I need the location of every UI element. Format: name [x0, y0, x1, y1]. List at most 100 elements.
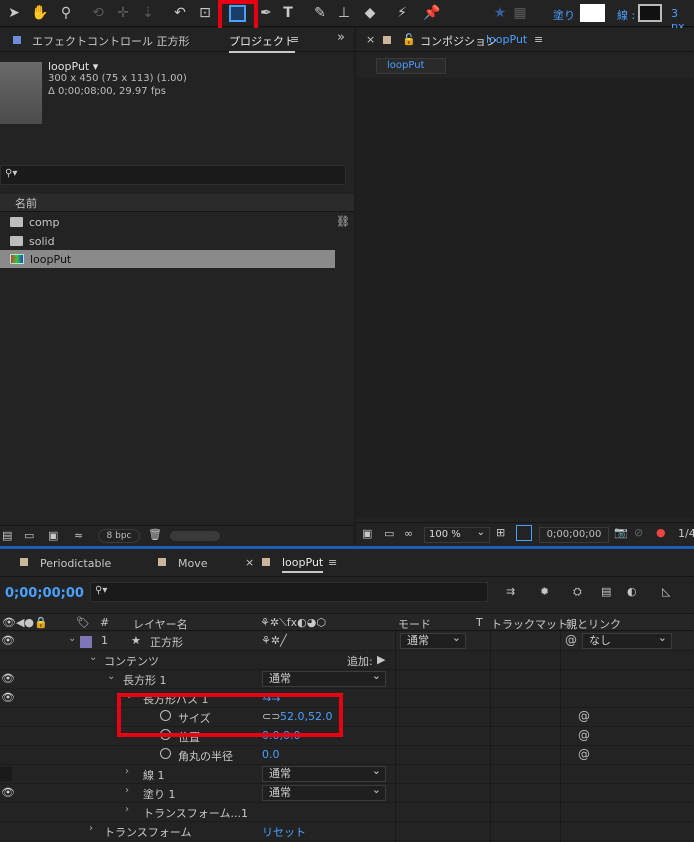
pickwhip-icon[interactable]: @ [565, 633, 577, 647]
roundness-value[interactable]: 0.0 [262, 748, 280, 761]
lock-icon[interactable]: 🔓 [402, 33, 416, 46]
current-time-display[interactable]: 0;00;00;00 [5, 586, 84, 601]
bpc-button[interactable]: 8 bpc [98, 529, 140, 543]
table-row[interactable]: 角丸の半径 0.0 @ [0, 746, 694, 765]
composition-viewer[interactable] [356, 78, 694, 518]
channel-icon[interactable]: ● [656, 526, 666, 539]
col-layer-name[interactable]: レイヤー名 [133, 616, 188, 632]
eye-icon[interactable]: 👁 [1, 672, 15, 685]
horizontal-scrollbar[interactable] [170, 531, 220, 541]
table-row[interactable]: 👁 ⌄ 長方形 1 通常 [0, 669, 694, 689]
pickwhip-icon[interactable]: @ [578, 709, 590, 723]
double-chevron-icon[interactable]: » [337, 30, 345, 45]
label-icon[interactable]: 🏷 [76, 616, 90, 629]
tab-periodictable[interactable]: Periodictable [40, 557, 111, 570]
rect1-blend-select[interactable]: 通常 [262, 669, 386, 687]
table-row[interactable]: › トランスフォーム...1 [0, 803, 694, 822]
draft-3d-icon[interactable]: ✹ [540, 585, 549, 598]
col-name[interactable]: 名前 [15, 195, 37, 211]
close-icon[interactable]: × [366, 33, 375, 46]
resolution-value[interactable]: 1/4 [678, 527, 694, 540]
trash-icon[interactable]: 🗑 [148, 528, 162, 541]
layer-name[interactable]: 正方形 [150, 634, 183, 650]
switches-icon[interactable]: ⚘✲⟍fx◐◕⬡ [260, 616, 326, 630]
col-parent[interactable]: 親とリンク [566, 616, 621, 632]
pickwhip-icon[interactable]: @ [578, 747, 590, 761]
dolly-tool-icon[interactable]: ⇣ [138, 2, 158, 24]
av-features-icon[interactable]: 👁◀●🔒 [2, 616, 48, 629]
timeline-search-input[interactable]: ⚲▾ [90, 582, 488, 602]
comp-mini-flowchart-icon[interactable]: ⇉ [506, 585, 515, 598]
monitor-icon[interactable]: ▭ [384, 527, 394, 540]
panel-menu-icon[interactable]: ≡ [534, 33, 543, 46]
table-row[interactable]: › 線 1 通常 [0, 764, 694, 784]
add-label[interactable]: 追加: [347, 653, 373, 669]
pickwhip-icon[interactable]: @ [578, 728, 590, 742]
tab-project[interactable]: プロジェクト [229, 33, 295, 53]
chevron-right-icon[interactable]: › [125, 804, 129, 815]
eye-icon[interactable]: 👁 [1, 786, 15, 799]
new-comp-icon[interactable]: ▣ [48, 529, 58, 542]
frame-blending-icon[interactable]: ▤ [601, 585, 611, 598]
brush-tool-icon[interactable]: ✎ [310, 2, 330, 24]
table-row[interactable]: 👁 ⌄ 1 ★ 正方形 ⚘✲╱ 通常 @ なし [0, 631, 694, 651]
col-mode[interactable]: モード [398, 616, 431, 632]
col-num[interactable]: # [100, 616, 109, 629]
table-row[interactable]: › トランスフォーム リセット [0, 822, 694, 841]
zoom-select[interactable]: 100 % ⌄ [424, 527, 490, 543]
list-item-comp[interactable]: comp [0, 213, 335, 231]
panel-menu-icon[interactable]: ≡ [328, 556, 337, 569]
panel-menu-icon[interactable]: ≡ [290, 33, 299, 46]
orbit-tool-icon[interactable]: ⟲ [88, 2, 108, 24]
fill-swatch[interactable] [580, 4, 605, 22]
eraser-tool-icon[interactable]: ◆ [360, 2, 380, 24]
chevron-right-icon[interactable]: › [89, 823, 93, 834]
shy-layers-icon[interactable]: ⛭ [573, 585, 582, 599]
list-item-solid[interactable]: solid [0, 232, 335, 250]
motion-blur-icon[interactable]: ◐ [627, 585, 637, 598]
region-of-interest-icon[interactable] [516, 525, 532, 541]
table-row[interactable]: 👁 ⌄ 長方形パス 1 ⇆⇉ [0, 689, 694, 708]
project-search-input[interactable]: ⚲▾ [0, 165, 346, 185]
puppet-pin-tool-icon[interactable]: 📌 [422, 2, 442, 24]
table-row[interactable]: ⌄ コンテンツ 追加: ▶ [0, 651, 694, 670]
snapshot-icon[interactable]: 📷 [614, 526, 628, 539]
table-row[interactable]: サイズ ⊂⊃ 52.0,52.0 @ [0, 708, 694, 727]
stroke1-blend-select[interactable]: 通常 [262, 764, 386, 782]
star-icon[interactable]: ★ [490, 2, 510, 24]
tab-loopput[interactable]: loopPut [282, 556, 324, 573]
stroke-label[interactable]: 線 : [617, 7, 635, 23]
layer-mode-select[interactable]: 通常 [400, 631, 466, 649]
show-snapshot-icon[interactable]: ⊘ [634, 526, 643, 539]
project-settings-icon[interactable]: ≈ [74, 529, 83, 542]
chevron-right-icon[interactable]: › [125, 766, 129, 777]
comp-flowchart-chip[interactable]: loopPut [376, 58, 446, 74]
col-t[interactable]: T [476, 616, 483, 629]
text-tool-icon[interactable]: T [278, 2, 298, 24]
fill-label[interactable]: 塗り : [553, 7, 582, 23]
chevron-down-icon[interactable]: ⌄ [68, 633, 76, 644]
mask-visibility-icon[interactable]: ∞ [404, 527, 413, 540]
grid-icon[interactable]: ▦ [510, 2, 530, 24]
label-color-swatch[interactable] [80, 636, 92, 648]
clone-stamp-tool-icon[interactable]: ⊥ [334, 2, 354, 24]
add-play-icon[interactable]: ▶ [377, 653, 385, 666]
stopwatch-icon[interactable] [160, 748, 171, 759]
selection-tool-icon[interactable]: ➤ [4, 2, 24, 24]
hand-tool-icon[interactable]: ✋ [30, 2, 50, 24]
current-time-field[interactable]: 0;00;00;00 [539, 527, 609, 543]
fill1-blend-select[interactable]: 通常 [262, 783, 386, 801]
reset-link[interactable]: リセット [262, 824, 306, 840]
eye-placeholder[interactable] [0, 767, 12, 781]
stroke-swatch[interactable] [638, 4, 662, 22]
flowchart-icon[interactable]: ⛓ [336, 215, 350, 228]
roto-brush-tool-icon[interactable]: ⚡ [392, 2, 412, 24]
table-row[interactable]: 位置 0.0,0.0 @ [0, 727, 694, 746]
rotate-tool-icon[interactable]: ↶ [170, 2, 190, 24]
tab-effect-controls[interactable]: エフェクトコントロール 正方形 [32, 33, 190, 49]
chevron-down-icon[interactable]: ⌄ [107, 671, 115, 682]
tab-move[interactable]: Move [178, 557, 208, 570]
grid-guides-icon[interactable]: ⊞ [496, 526, 505, 539]
chevron-down-icon[interactable]: ⌄ [89, 652, 97, 663]
pan-behind-tool-icon[interactable]: ⊡ [195, 2, 215, 24]
